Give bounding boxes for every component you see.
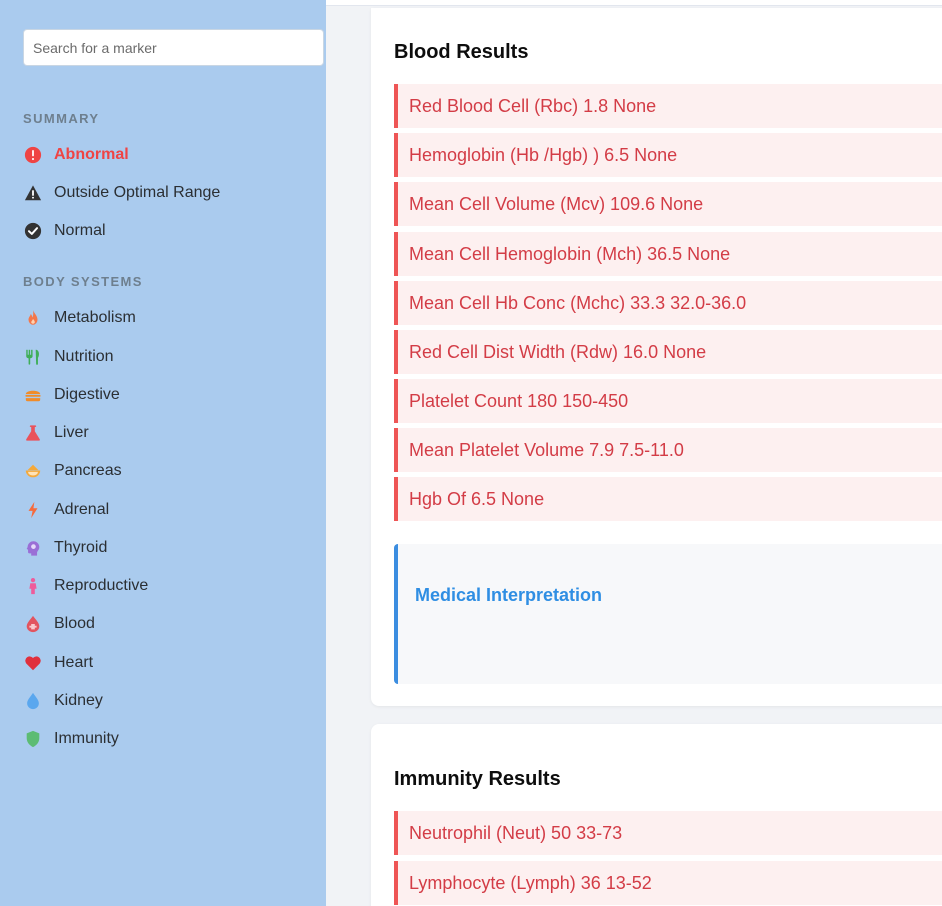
main-content: Blood Results Red Blood Cell (Rbc) 1.8 N… xyxy=(326,0,942,906)
head-icon xyxy=(23,539,42,558)
sidebar-item-label: Adrenal xyxy=(54,501,110,518)
result-row[interactable]: Platelet Count 180 150-450 xyxy=(394,379,942,423)
body-systems-section-title: BODY SYSTEMS xyxy=(23,274,143,289)
sidebar: SUMMARY Abnormal Outside Optimal Range N… xyxy=(0,0,326,906)
sidebar-item-label: Blood xyxy=(54,615,95,632)
search-input[interactable] xyxy=(23,29,324,66)
sidebar-item-label: Thyroid xyxy=(54,539,108,556)
blood-drop-icon xyxy=(23,615,42,634)
sidebar-item-blood[interactable]: Blood xyxy=(23,612,95,636)
sidebar-item-heart[interactable]: Heart xyxy=(23,651,93,675)
check-circle-icon xyxy=(23,222,42,241)
sidebar-item-label: Liver xyxy=(54,424,89,441)
sidebar-item-label: Immunity xyxy=(54,730,119,747)
person-icon xyxy=(23,577,42,596)
warning-triangle-icon xyxy=(23,184,42,203)
medical-interpretation-panel: Medical Interpretation xyxy=(394,544,942,684)
result-row[interactable]: Red Cell Dist Width (Rdw) 16.0 None xyxy=(394,330,942,374)
summary-item-normal[interactable]: Normal xyxy=(23,219,106,243)
result-row[interactable]: Mean Platelet Volume 7.9 7.5-11.0 xyxy=(394,428,942,472)
alert-circle-icon xyxy=(23,146,42,165)
heart-icon xyxy=(23,654,42,673)
sidebar-item-pancreas[interactable]: Pancreas xyxy=(23,459,122,483)
immunity-results-title: Immunity Results xyxy=(394,768,561,790)
utensils-icon xyxy=(23,348,42,367)
sidebar-item-digestive[interactable]: Digestive xyxy=(23,383,120,407)
sidebar-item-label: Metabolism xyxy=(54,309,136,326)
sidebar-item-label: Nutrition xyxy=(54,348,114,365)
immunity-results-card: Immunity Results Neutrophil (Neut) 50 33… xyxy=(371,724,942,906)
summary-item-label: Normal xyxy=(54,222,106,239)
summary-section-title: SUMMARY xyxy=(23,111,100,126)
burger-icon xyxy=(23,386,42,405)
result-row[interactable]: Mean Cell Volume (Mcv) 109.6 None xyxy=(394,182,942,226)
bolt-icon xyxy=(23,501,42,520)
summary-item-label: Outside Optimal Range xyxy=(54,184,221,201)
sidebar-item-label: Reproductive xyxy=(54,577,149,594)
sidebar-item-reproductive[interactable]: Reproductive xyxy=(23,574,148,598)
blood-results-title: Blood Results xyxy=(394,41,529,63)
shield-icon xyxy=(23,730,42,749)
sidebar-item-immunity[interactable]: Immunity xyxy=(23,727,119,751)
summary-item-outside-optimal[interactable]: Outside Optimal Range xyxy=(23,181,220,205)
sidebar-item-liver[interactable]: Liver xyxy=(23,421,89,445)
blood-results-card: Blood Results Red Blood Cell (Rbc) 1.8 N… xyxy=(371,8,942,706)
summary-item-abnormal[interactable]: Abnormal xyxy=(23,143,129,167)
flask-icon xyxy=(23,424,42,443)
sidebar-item-adrenal[interactable]: Adrenal xyxy=(23,498,109,522)
sidebar-item-label: Pancreas xyxy=(54,462,122,479)
sidebar-item-label: Kidney xyxy=(54,692,103,709)
top-divider xyxy=(326,0,942,6)
summary-item-label: Abnormal xyxy=(54,146,129,163)
sidebar-item-thyroid[interactable]: Thyroid xyxy=(23,536,107,560)
bowl-icon xyxy=(23,462,42,481)
result-row[interactable]: Mean Cell Hb Conc (Mchc) 33.3 32.0-36.0 xyxy=(394,281,942,325)
result-row[interactable]: Mean Cell Hemoglobin (Mch) 36.5 None xyxy=(394,232,942,276)
result-row[interactable]: Hgb Of 6.5 None xyxy=(394,477,942,521)
water-drop-icon xyxy=(23,692,42,711)
sidebar-item-kidney[interactable]: Kidney xyxy=(23,689,103,713)
flame-icon xyxy=(23,309,42,328)
sidebar-item-label: Heart xyxy=(54,654,94,671)
result-row[interactable]: Lymphocyte (Lymph) 36 13-52 xyxy=(394,861,942,905)
result-row[interactable]: Neutrophil (Neut) 50 33-73 xyxy=(394,811,942,855)
result-row[interactable]: Red Blood Cell (Rbc) 1.8 None xyxy=(394,84,942,128)
result-row[interactable]: Hemoglobin (Hb /Hgb) ) 6.5 None xyxy=(394,133,942,177)
sidebar-item-metabolism[interactable]: Metabolism xyxy=(23,306,136,330)
sidebar-item-label: Digestive xyxy=(54,386,120,403)
sidebar-item-nutrition[interactable]: Nutrition xyxy=(23,345,114,369)
medical-interpretation-title[interactable]: Medical Interpretation xyxy=(415,585,602,606)
